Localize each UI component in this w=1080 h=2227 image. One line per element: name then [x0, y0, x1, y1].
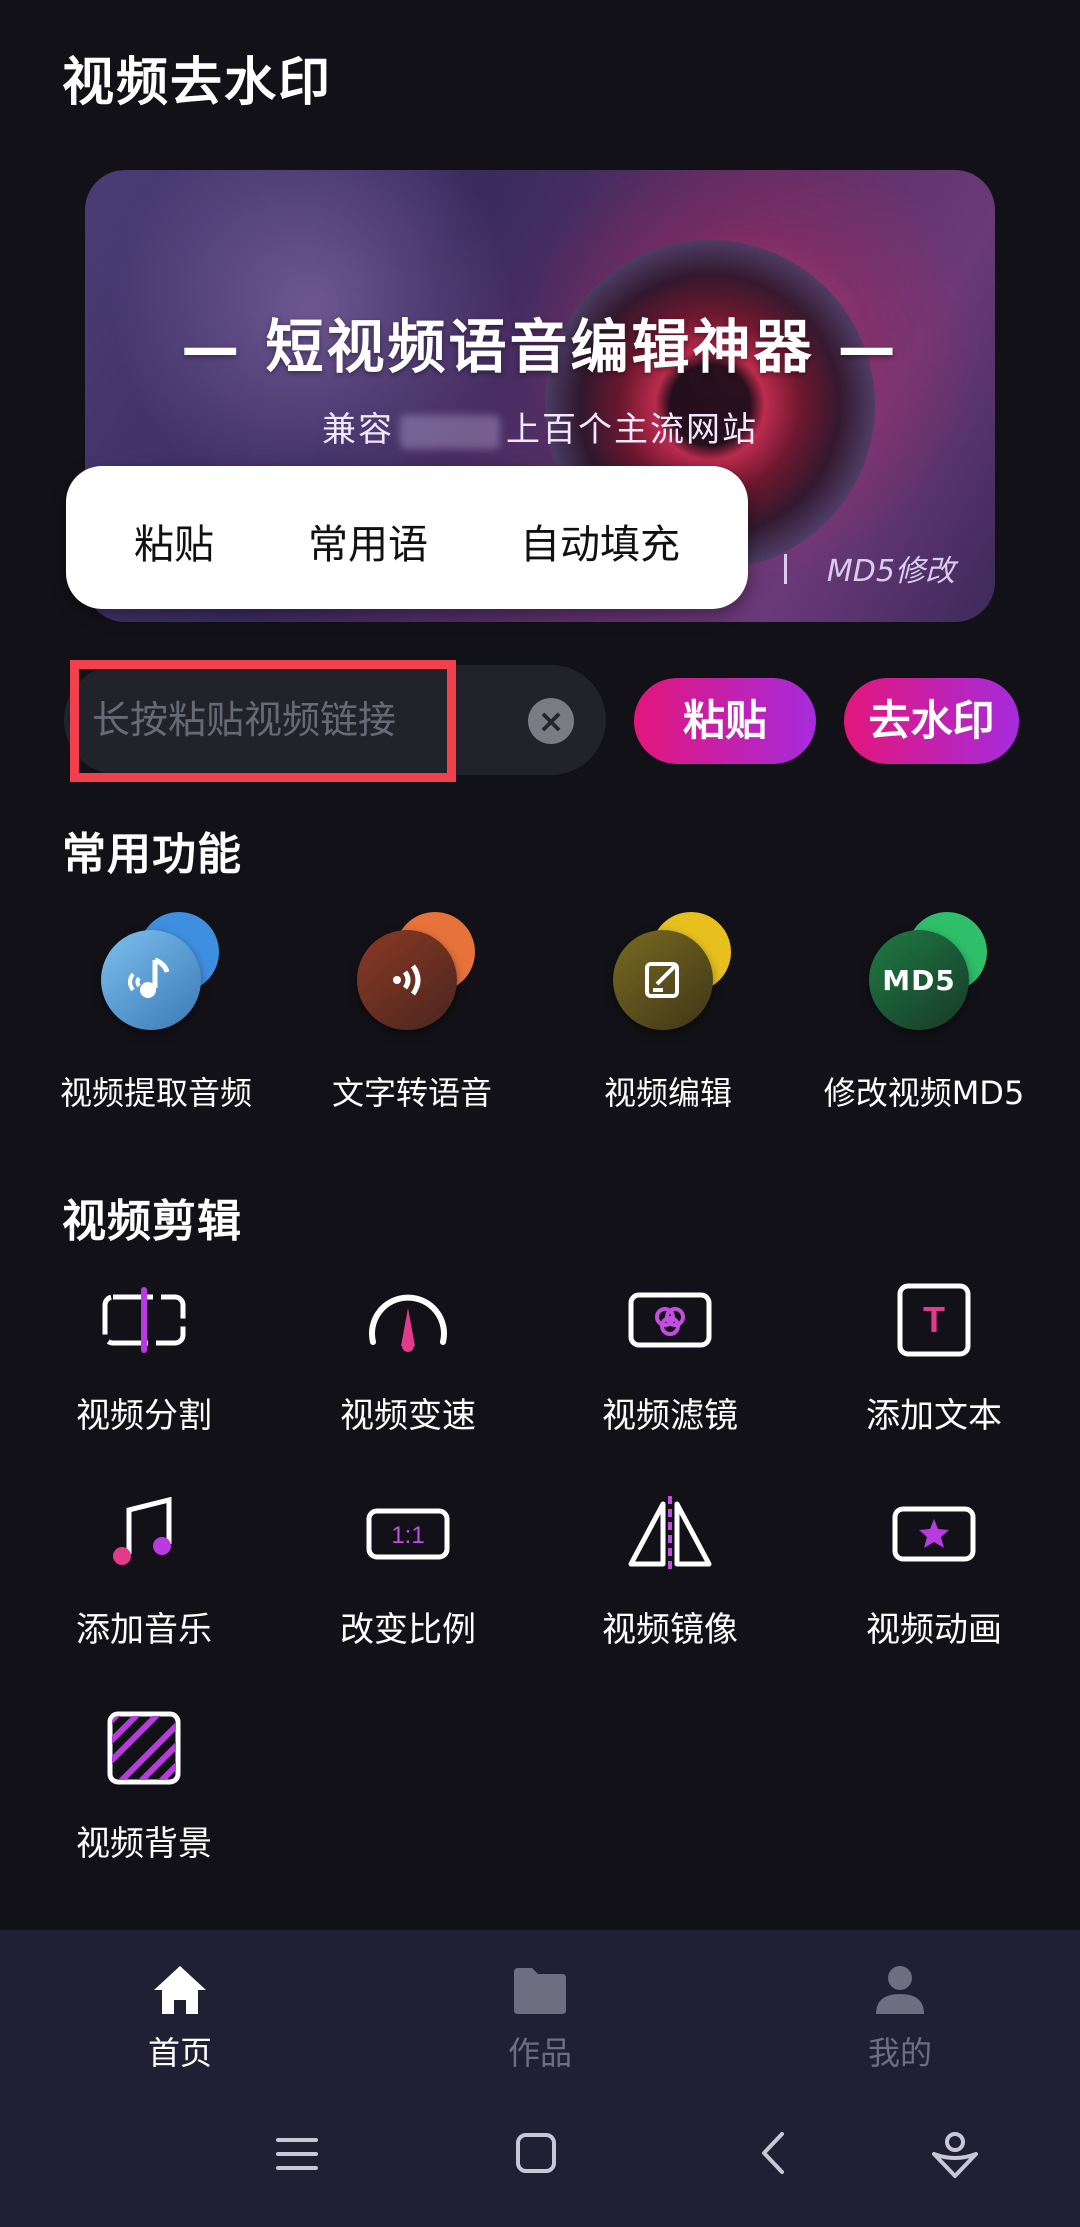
mirror-icon: [620, 1484, 720, 1584]
banner-tag: MD5修改: [826, 554, 955, 589]
common-section-title: 常用功能: [62, 829, 242, 880]
tool-mirror[interactable]: 视频镜像: [550, 1484, 790, 1651]
tool-label: 改变比例: [340, 1610, 476, 1650]
tool-label: 视频镜像: [602, 1610, 738, 1650]
tool-label: 视频滤镜: [602, 1396, 738, 1436]
feature-video-edit[interactable]: 视频编辑: [548, 912, 788, 1114]
banner-title: — 短视频语音编辑神器 —: [181, 313, 899, 381]
tab-home[interactable]: 首页: [80, 1962, 280, 2074]
context-menu-autofill[interactable]: 自动填充: [520, 512, 680, 570]
text-to-speech-icon: [357, 930, 457, 1030]
tab-mine[interactable]: 我的: [800, 1962, 1000, 2074]
tool-split[interactable]: 视频分割: [24, 1270, 264, 1437]
editing-section-title: 视频剪辑: [62, 1196, 242, 1247]
blurred-text: [400, 414, 500, 449]
remove-watermark-button[interactable]: 去水印: [844, 678, 1019, 764]
tab-label: 首页: [147, 2034, 212, 2072]
speed-icon: [358, 1270, 458, 1370]
tab-works[interactable]: 作品: [440, 1962, 640, 2074]
assistant-icon[interactable]: [930, 2130, 980, 2184]
paste-button[interactable]: 粘贴: [634, 678, 816, 764]
page-title: 视频去水印: [62, 53, 333, 113]
feature-md5[interactable]: MD5 修改视频MD5: [804, 912, 1044, 1114]
ratio-icon-text: 1:1: [391, 1522, 424, 1549]
feature-label: 视频编辑: [603, 1074, 732, 1112]
back-icon[interactable]: [758, 2130, 788, 2180]
tool-label: 添加音乐: [76, 1610, 212, 1650]
clear-icon[interactable]: ×: [528, 698, 574, 744]
split-icon: [94, 1270, 194, 1370]
edit-icon: [613, 930, 713, 1030]
md5-icon-text: MD5: [882, 963, 956, 997]
tool-filter[interactable]: 视频滤镜: [550, 1270, 790, 1437]
audio-extract-icon: [101, 930, 201, 1030]
banner-subtitle-suffix: 上百个主流网站: [506, 410, 758, 450]
context-menu: 粘贴 常用语 自动填充: [66, 466, 748, 609]
feature-extract-audio[interactable]: 视频提取音频: [36, 912, 276, 1114]
tool-add-text[interactable]: T 添加文本: [814, 1270, 1054, 1437]
banner-subtitle-prefix: 兼容: [322, 410, 394, 450]
text-icon: T: [884, 1270, 984, 1370]
banner-divider: [784, 554, 787, 584]
context-menu-phrases[interactable]: 常用语: [308, 512, 428, 570]
tool-background[interactable]: 视频背景: [24, 1698, 264, 1865]
tool-label: 视频背景: [76, 1824, 212, 1864]
md5-icon: MD5: [869, 930, 969, 1030]
tab-label: 我的: [867, 2034, 932, 2072]
home-icon: [80, 1962, 280, 2022]
tool-animation[interactable]: 视频动画: [814, 1484, 1054, 1651]
home-square-icon[interactable]: [515, 2132, 557, 2178]
tool-label: 添加文本: [866, 1396, 1002, 1436]
system-nav-bar: [0, 2090, 1080, 2227]
banner-subtitle: 兼容 上百个主流网站: [85, 402, 995, 451]
filter-icon: [620, 1270, 720, 1370]
tool-label: 视频变速: [340, 1396, 476, 1436]
bottom-tab-bar: 首页 作品 我的: [0, 1930, 1080, 2090]
menu-icon[interactable]: [276, 2134, 318, 2178]
feature-label: 视频提取音频: [59, 1074, 252, 1112]
tool-label: 视频分割: [76, 1396, 212, 1436]
folder-icon: [440, 1962, 640, 2022]
context-menu-paste[interactable]: 粘贴: [134, 512, 214, 570]
music-icon: [94, 1484, 194, 1584]
feature-label: 修改视频MD5: [823, 1074, 1025, 1112]
tool-label: 视频动画: [866, 1610, 1002, 1650]
feature-text-to-speech[interactable]: 文字转语音: [292, 912, 532, 1114]
background-icon: [94, 1698, 194, 1798]
animation-icon: [884, 1484, 984, 1584]
ratio-icon: 1:1: [358, 1484, 458, 1584]
tab-label: 作品: [507, 2034, 572, 2072]
tool-ratio[interactable]: 1:1 改变比例: [288, 1484, 528, 1651]
highlight-box: [70, 660, 456, 782]
feature-label: 文字转语音: [331, 1074, 492, 1112]
text-icon-letter: T: [923, 1299, 945, 1340]
tool-speed[interactable]: 视频变速: [288, 1270, 528, 1437]
profile-icon: [800, 1962, 1000, 2022]
tool-add-music[interactable]: 添加音乐: [24, 1484, 264, 1651]
